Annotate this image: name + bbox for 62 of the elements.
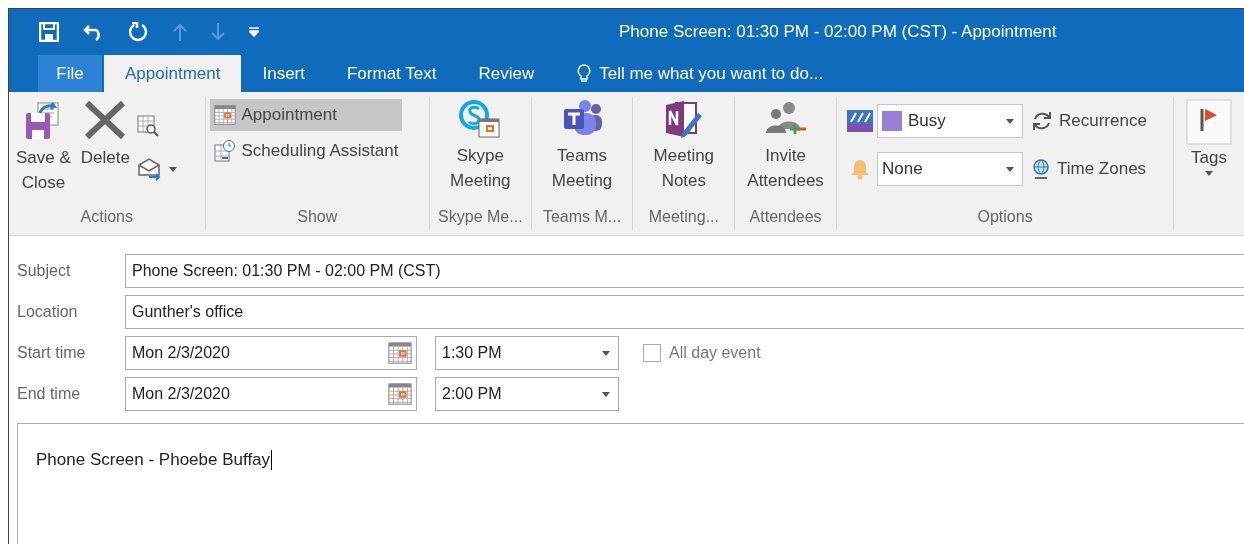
group-label: Attendees bbox=[748, 207, 823, 227]
all-day-checkbox[interactable]: All day event bbox=[637, 343, 767, 363]
group-label: Actions bbox=[79, 207, 134, 227]
text-field[interactable]: Phone Screen: 01:30 PM - 02:00 PM (CST) bbox=[125, 254, 1244, 288]
view-button[interactable]: Appointment bbox=[209, 99, 403, 131]
window-title: Phone Screen: 01:30 PM - 02:00 PM (CST) - Appointment bbox=[619, 22, 1057, 42]
ribbon-tab[interactable]: Format Text bbox=[326, 55, 458, 92]
lightbulb-icon bbox=[577, 63, 592, 84]
customize-icon[interactable] bbox=[249, 27, 259, 37]
field-label: End time bbox=[17, 385, 82, 403]
reminder-dropdown[interactable]: None bbox=[876, 152, 1023, 186]
recurrence-button[interactable]: Recurrence bbox=[1026, 105, 1151, 137]
caret-icon bbox=[1205, 171, 1214, 176]
ribbon-tab[interactable]: Review bbox=[457, 55, 556, 92]
save-icon[interactable] bbox=[39, 22, 59, 42]
calendar-search-icon[interactable] bbox=[136, 115, 159, 137]
field-label: Start time bbox=[17, 344, 87, 362]
field-label: Subject bbox=[17, 262, 72, 280]
tags-button[interactable]: Tags bbox=[1183, 97, 1236, 230]
ribbon-tab[interactable]: Insert bbox=[241, 55, 326, 92]
redo-icon[interactable] bbox=[129, 22, 149, 42]
time-dropdown[interactable]: 1:30 PM bbox=[435, 336, 619, 370]
caret-icon bbox=[1005, 166, 1014, 172]
group-label: Teams M... bbox=[541, 207, 623, 227]
status-icon bbox=[846, 110, 873, 132]
time-zones-button[interactable]: Time Zones bbox=[1026, 153, 1151, 185]
delete-button[interactable]: Delete bbox=[77, 97, 133, 204]
save-close-button[interactable]: Save & Close bbox=[13, 97, 74, 204]
date-field[interactable]: Mon 2/3/2020 bbox=[125, 336, 417, 370]
tell-me-field[interactable]: Tell me what you want to do... bbox=[555, 55, 834, 92]
caret-icon bbox=[1005, 118, 1014, 124]
tell-me-placeholder: Tell me what you want to do... bbox=[599, 63, 824, 84]
message-body-text[interactable]: Phone Screen - Phoebe Buffay bbox=[36, 450, 273, 470]
meeting-button[interactable]: Skype Meeting bbox=[447, 97, 514, 204]
skype-calendar-icon bbox=[458, 99, 503, 139]
caret-icon bbox=[602, 391, 610, 397]
calendar-icon bbox=[213, 104, 236, 126]
close-icon bbox=[83, 99, 128, 141]
recurrence-icon bbox=[1030, 110, 1053, 132]
envelope-forward-icon[interactable] bbox=[136, 157, 163, 181]
meeting-button[interactable]: Teams Meeting bbox=[548, 97, 616, 204]
group-label: Skype Me... bbox=[437, 207, 524, 227]
group-label: Meeting... bbox=[647, 207, 720, 227]
caret-icon bbox=[602, 350, 610, 356]
flag-icon bbox=[1186, 99, 1233, 145]
calendar-clock-icon bbox=[213, 140, 236, 162]
time-dropdown[interactable]: 2:00 PM bbox=[435, 377, 619, 411]
view-button[interactable]: Scheduling Assistant bbox=[209, 135, 403, 167]
calendar-icon bbox=[388, 341, 412, 365]
text-field[interactable]: Gunther's office bbox=[125, 295, 1244, 329]
globe-icon bbox=[1030, 158, 1051, 180]
meeting-button[interactable]: Invite Attendees bbox=[744, 97, 827, 204]
group-label: Options bbox=[976, 207, 1034, 227]
ribbon-tab[interactable]: File bbox=[38, 55, 102, 92]
field-label: Location bbox=[17, 303, 79, 321]
date-field[interactable]: Mon 2/3/2020 bbox=[125, 377, 417, 411]
caret-icon bbox=[168, 166, 177, 172]
show-as-dropdown[interactable]: Busy bbox=[876, 104, 1023, 138]
group-label: Show bbox=[296, 207, 339, 227]
ribbon-tab[interactable]: Appointment bbox=[104, 55, 242, 92]
calendar-icon bbox=[388, 382, 412, 406]
meeting-button[interactable]: Meeting Notes bbox=[650, 97, 718, 204]
